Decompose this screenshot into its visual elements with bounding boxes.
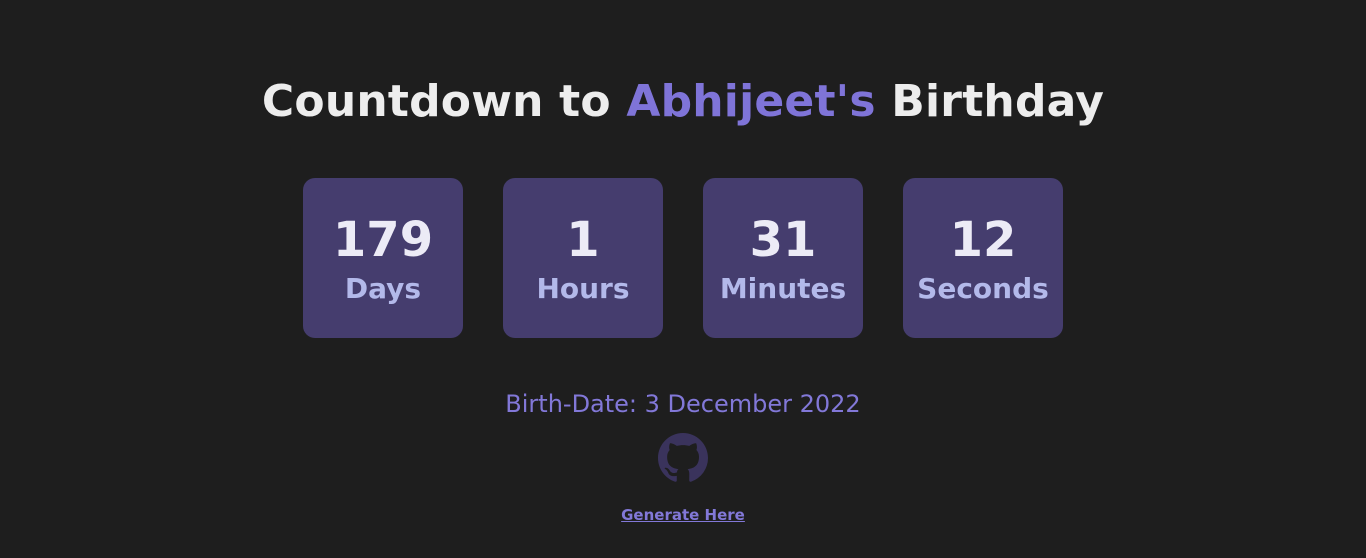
birthday-person-name: Abhijeet's: [626, 76, 876, 127]
seconds-box: 12 Seconds: [903, 178, 1063, 338]
seconds-label: Seconds: [917, 272, 1049, 305]
page-title: Countdown to Abhijeet's Birthday: [0, 76, 1366, 128]
title-suffix: Birthday: [891, 76, 1105, 127]
title-prefix: Countdown to: [261, 76, 611, 127]
countdown-page: Countdown to Abhijeet's Birthday 179 Day…: [0, 0, 1366, 558]
generate-link-wrapper: Generate Here: [0, 505, 1366, 525]
days-label: Days: [344, 272, 422, 305]
days-value: 179: [332, 212, 434, 268]
days-box: 179 Days: [303, 178, 463, 338]
generate-here-link[interactable]: Generate Here: [621, 506, 745, 524]
minutes-box: 31 Minutes: [703, 178, 863, 338]
minutes-label: Minutes: [719, 272, 847, 305]
github-icon[interactable]: [658, 433, 708, 483]
hours-box: 1 Hours: [503, 178, 663, 338]
hours-value: 1: [566, 212, 600, 268]
countdown-boxes: 179 Days 1 Hours 31 Minutes 12 Seconds: [303, 178, 1063, 338]
birth-date: Birth-Date: 3 December 2022: [505, 390, 861, 418]
seconds-value: 12: [949, 212, 1017, 268]
hours-label: Hours: [536, 272, 630, 305]
github-icon-glyph: [658, 433, 708, 482]
minutes-value: 31: [749, 212, 817, 268]
